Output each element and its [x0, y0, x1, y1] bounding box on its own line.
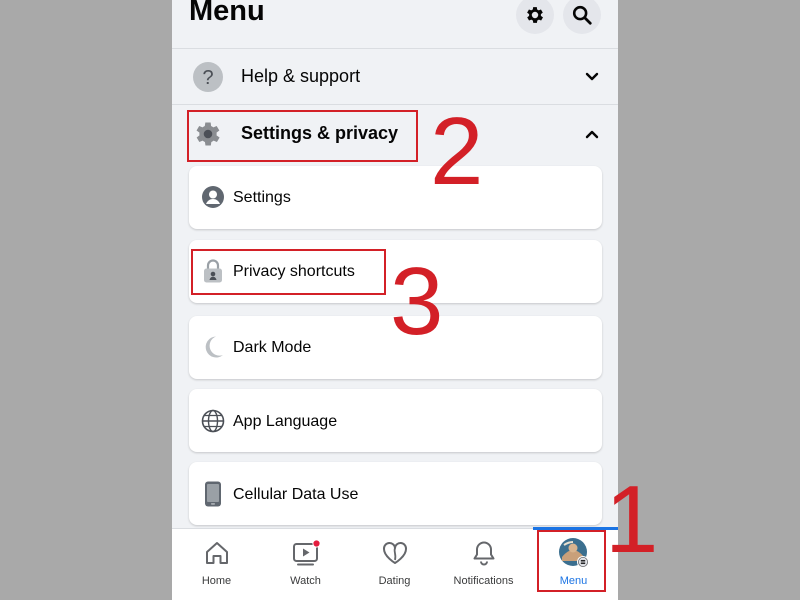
menu-header: Menu — [172, 0, 618, 48]
gear-icon — [527, 7, 543, 23]
bell-icon — [473, 541, 495, 566]
step-number-1: 1 — [605, 466, 659, 573]
highlight-box-settings-privacy — [187, 110, 418, 162]
tab-dating[interactable]: Dating — [350, 529, 439, 600]
page-title: Menu — [189, 0, 265, 27]
search-button[interactable] — [563, 0, 601, 34]
watch-icon — [293, 539, 320, 566]
tab-home[interactable]: Home — [172, 529, 261, 600]
globe-icon — [200, 408, 226, 434]
chevron-down-icon — [585, 72, 599, 81]
moon-icon — [200, 334, 226, 360]
cellular-data-use-card[interactable]: Cellular Data Use — [189, 462, 602, 525]
cellular-data-use-label: Cellular Data Use — [233, 486, 359, 503]
tab-watch-label: Watch — [290, 575, 321, 587]
chevron-up-icon — [585, 130, 599, 139]
settings-label: Settings — [233, 189, 291, 206]
settings-card[interactable]: Settings — [189, 166, 602, 229]
app-language-card[interactable]: App Language — [189, 389, 602, 452]
highlight-box-privacy-shortcuts — [191, 249, 386, 295]
search-icon — [572, 5, 592, 25]
help-icon: ? — [192, 61, 224, 93]
settings-button[interactable] — [516, 0, 554, 34]
dark-mode-label: Dark Mode — [233, 339, 312, 356]
step-number-2: 2 — [430, 98, 484, 205]
app-language-label: App Language — [233, 413, 338, 430]
help-support-label: Help & support — [241, 66, 361, 86]
help-support-row[interactable]: ? Help & support — [172, 49, 618, 105]
tab-home-label: Home — [201, 575, 232, 587]
step-number-3: 3 — [390, 248, 444, 355]
phone-icon — [200, 481, 226, 507]
tab-dating-label: Dating — [378, 575, 411, 587]
svg-text:?: ? — [202, 67, 213, 89]
tab-watch[interactable]: Watch — [261, 529, 350, 600]
highlight-box-menu-tab — [537, 530, 606, 592]
dating-icon — [383, 542, 407, 564]
home-icon — [206, 542, 228, 564]
tab-notifications[interactable]: Notifications — [439, 529, 528, 600]
profile-settings-icon — [200, 184, 226, 210]
tab-notifications-label: Notifications — [453, 575, 514, 587]
